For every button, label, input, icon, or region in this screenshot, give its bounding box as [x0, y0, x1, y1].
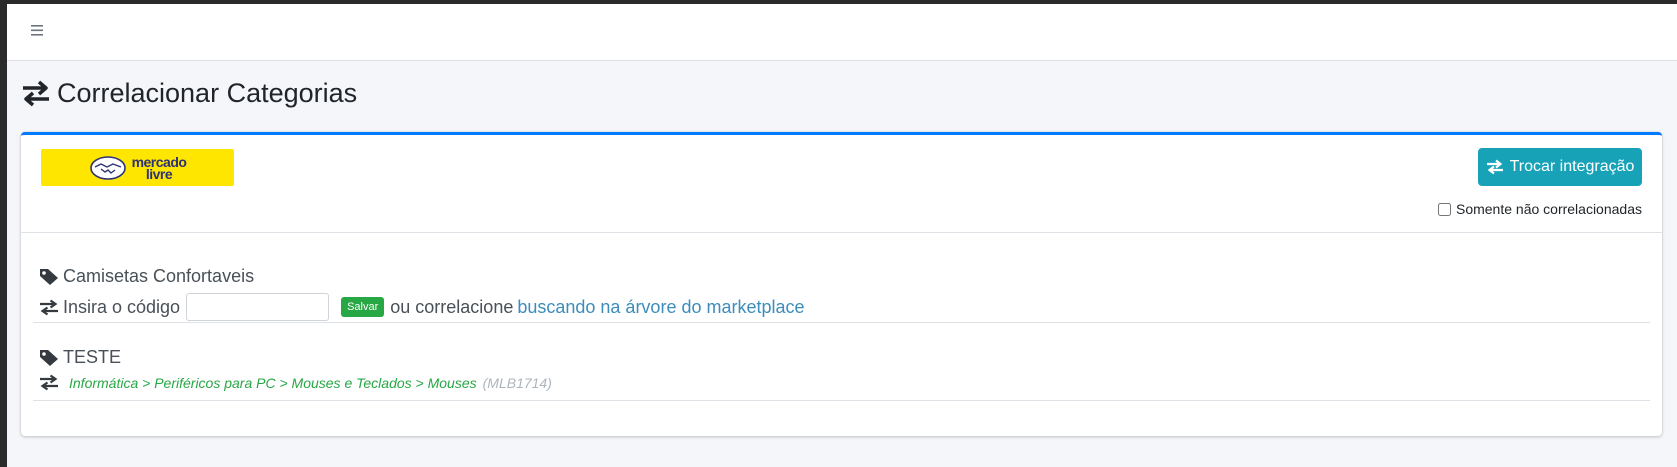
exchange-icon	[40, 374, 58, 391]
page-title-text: Correlacionar Categorias	[57, 77, 358, 108]
tag-icon	[40, 268, 58, 285]
only-uncorrelated-label: Somente não correlacionadas	[1455, 201, 1642, 217]
switch-integration-label: Trocar integração	[1509, 158, 1635, 175]
mercado-livre-logo: mercado livre	[41, 149, 234, 186]
bars-icon[interactable]	[29, 22, 47, 40]
handshake-icon	[89, 155, 126, 180]
category-code: (MLB1714)	[482, 374, 552, 391]
category-path-row: Informática > Periféricos para PC > Mous…	[39, 374, 552, 391]
category-name-row: Camisetas Confortaveis	[39, 266, 254, 287]
list-item: Camisetas Confortaveis Insira o código S…	[33, 233, 1650, 323]
code-entry-row: Insira o código Salvar ou correlacione b…	[39, 293, 805, 321]
only-uncorrelated-filter[interactable]: Somente não correlacionadas	[1437, 201, 1642, 217]
category-path: Informática > Periféricos para PC > Mous…	[69, 374, 477, 391]
category-name: TESTE	[63, 347, 122, 367]
exchange-icon	[40, 299, 58, 315]
card-header: mercado livre Trocar integração Somente …	[21, 135, 1662, 233]
list-item: TESTE Informática > Periféricos para PC …	[33, 323, 1650, 401]
category-name: Camisetas Confortaveis	[63, 266, 255, 286]
switch-integration-button[interactable]: Trocar integração	[1478, 148, 1642, 186]
only-uncorrelated-checkbox[interactable]	[1437, 202, 1451, 216]
logo-text: mercado livre	[132, 155, 187, 181]
page-title: Correlacionar Categorias	[21, 75, 357, 111]
or-text: ou correlacione	[390, 296, 514, 317]
tree-search-link[interactable]: buscando na árvore do marketplace	[517, 297, 804, 318]
correlation-card: mercado livre Trocar integração Somente …	[21, 132, 1662, 436]
window-left-edge	[0, 0, 7, 467]
tag-icon	[40, 349, 58, 366]
exchange-icon	[23, 80, 49, 107]
category-name-row: TESTE	[39, 347, 121, 368]
save-button[interactable]: Salvar	[341, 297, 385, 317]
code-input[interactable]	[186, 293, 330, 321]
code-prompt: Insira o código	[63, 296, 181, 317]
exchange-icon	[1486, 159, 1503, 175]
top-navbar	[7, 4, 1677, 61]
